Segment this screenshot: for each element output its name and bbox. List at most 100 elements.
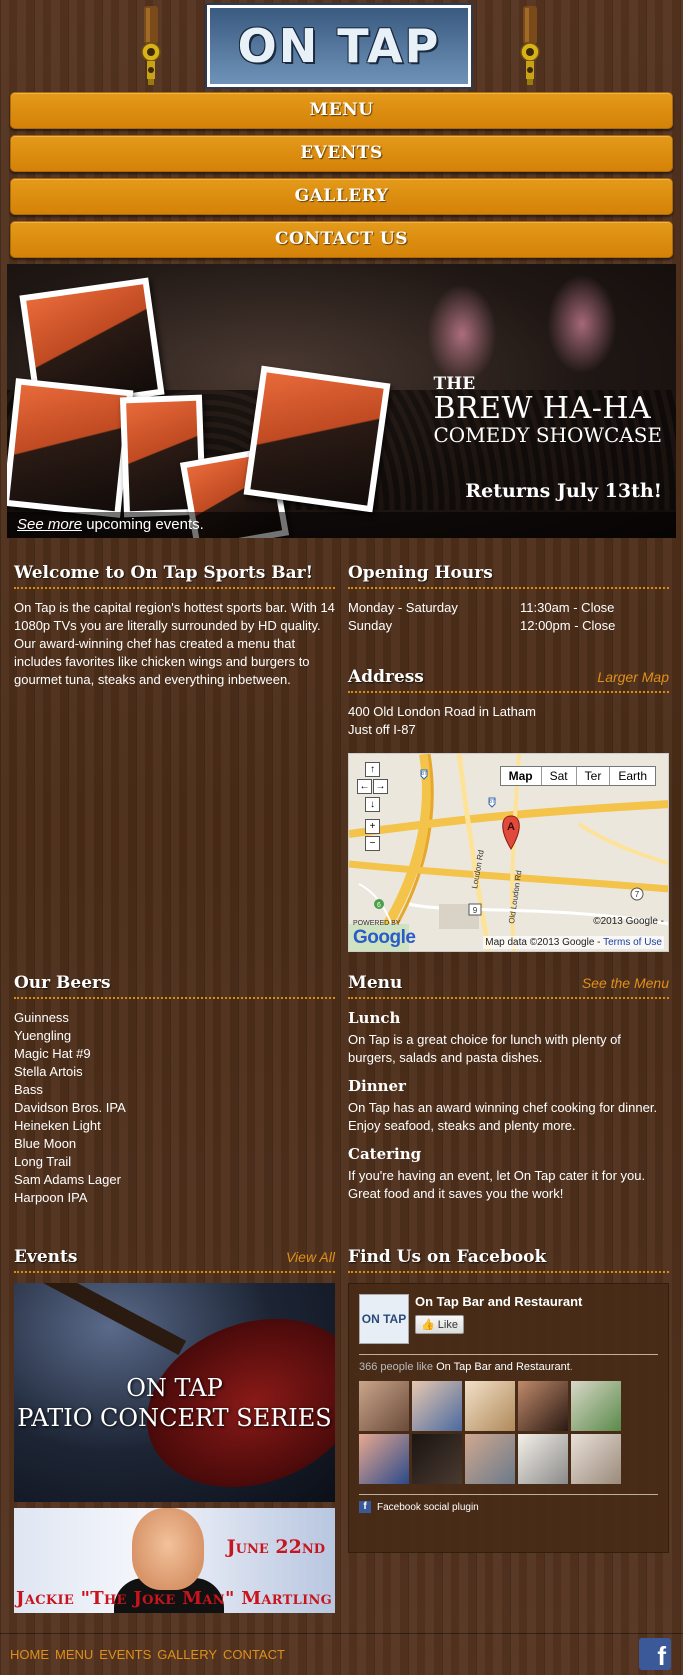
main-nav: MENU EVENTS GALLERY CONTACT US	[0, 90, 683, 258]
hours-day: Monday - Saturday	[348, 600, 458, 615]
google-logo[interactable]: POWERED BY Google	[353, 920, 416, 949]
hero-caption: See more upcoming events.	[7, 512, 676, 538]
caption-text: upcoming events.	[82, 516, 204, 533]
fan-avatar[interactable]	[412, 1434, 462, 1484]
fan-avatar[interactable]	[571, 1434, 621, 1484]
address-line2: Just off I-87	[348, 722, 416, 737]
larger-map-link[interactable]: Larger Map	[597, 669, 669, 685]
nav-contact-button[interactable]: CONTACT US	[10, 221, 673, 258]
beer-item: Heineken Light	[14, 1118, 101, 1133]
welcome-title: Welcome to On Tap Sports Bar!	[14, 563, 314, 583]
menu-lunch-text: On Tap is a great choice for lunch with …	[348, 1032, 621, 1065]
fb-page-name[interactable]: On Tap Bar and Restaurant	[415, 1294, 582, 1309]
joke-man-event[interactable]: June 22nd Jackie "The Joke Man" Martling	[14, 1508, 335, 1613]
beer-item: Davidson Bros. IPA	[14, 1100, 126, 1115]
pan-up-icon[interactable]: ↑	[365, 762, 380, 777]
route-6-label: 6	[377, 902, 381, 909]
logo-text: ON TAP	[237, 19, 441, 73]
comedy-photo	[7, 378, 134, 518]
beer-item: Yuengling	[14, 1028, 72, 1043]
logo[interactable]: ON TAP	[207, 5, 471, 87]
fan-avatar[interactable]	[359, 1381, 409, 1431]
facebook-icon: f	[359, 1501, 371, 1513]
beer-tap-icon	[141, 6, 161, 85]
beers-section: Our Beers Guinness Yuengling Magic Hat #…	[14, 973, 335, 1207]
beer-item: Magic Hat #9	[14, 1046, 91, 1061]
beer-tap-icon	[520, 6, 540, 85]
footer-events-link[interactable]: EVENTS	[99, 1647, 151, 1662]
hero-brew-title: BREW HA-HA	[433, 391, 652, 426]
map-type-ter[interactable]: Ter	[575, 767, 610, 785]
powered-by: POWERED BY	[353, 920, 401, 927]
thumbs-up-icon: 👍	[421, 1319, 435, 1331]
fan-avatar[interactable]	[518, 1434, 568, 1484]
address-header: Address Larger Map	[348, 667, 669, 693]
address-title: Address	[348, 667, 424, 687]
fb-count-end: .	[569, 1361, 573, 1373]
map-copyright: ©2013 Google -	[593, 916, 664, 927]
zoom-in-icon[interactable]: +	[365, 819, 380, 834]
nav-gallery-button[interactable]: GALLERY	[10, 178, 673, 215]
menu-catering-heading: Catering	[348, 1145, 422, 1163]
comedian-face	[132, 1508, 204, 1590]
map-type-map[interactable]: Map	[501, 767, 541, 785]
map-data-text: Map data ©2013 Google -	[485, 937, 604, 948]
zoom-out-icon[interactable]: −	[365, 836, 380, 851]
nav-menu-button[interactable]: MENU	[10, 92, 673, 129]
beers-title: Our Beers	[14, 973, 111, 993]
welcome-header: Welcome to On Tap Sports Bar!	[14, 563, 335, 589]
map-type-sat[interactable]: Sat	[540, 767, 576, 785]
terms-of-use-link[interactable]: Terms of Use	[603, 937, 662, 948]
map-type-earth[interactable]: Earth	[609, 767, 655, 785]
pan-down-icon[interactable]: ↓	[365, 797, 380, 812]
address-line1: 400 Old London Road in Latham	[348, 704, 536, 719]
hero-subtitle: COMEDY SHOWCASE	[433, 423, 662, 447]
event2-name: Jackie "The Joke Man" Martling	[16, 1588, 333, 1609]
fb-count-page[interactable]: On Tap Bar and Restaurant	[436, 1361, 570, 1373]
facebook-section: Find Us on Facebook ON TAP On Tap Bar an…	[348, 1247, 669, 1553]
fb-page-logo[interactable]: ON TAP	[359, 1294, 409, 1344]
event1-line1: ON TAP	[126, 1374, 223, 1402]
menu-catering-text: If you're having an event, let On Tap ca…	[348, 1168, 646, 1201]
stage-light	[427, 284, 497, 384]
facebook-title: Find Us on Facebook	[348, 1247, 547, 1267]
google-map[interactable]: 87 87 7 6 9 Loudon Rd Old Loudon Rd A ↑ …	[348, 753, 669, 952]
facebook-icon[interactable]: f	[639, 1638, 671, 1671]
fb-like-label: Like	[437, 1319, 458, 1331]
beer-item: Blue Moon	[14, 1136, 77, 1151]
hero-banner[interactable]: THE BREW HA-HA COMEDY SHOWCASE Returns J…	[7, 264, 676, 538]
site-header: ON TAP	[0, 0, 683, 90]
fb-like-count: 366 people like On Tap Bar and Restauran…	[359, 1354, 658, 1373]
beer-item: Sam Adams Lager	[14, 1172, 121, 1187]
pan-right-icon[interactable]: →	[373, 779, 388, 794]
nav-events-button[interactable]: EVENTS	[10, 135, 673, 172]
hero-title: THE BREW HA-HA COMEDY SHOWCASE	[433, 374, 662, 446]
address-section: Address Larger Map 400 Old London Road i…	[348, 667, 669, 952]
footer-menu-link[interactable]: MENU	[55, 1647, 93, 1662]
footer-contact-link[interactable]: CONTACT	[223, 1647, 285, 1662]
footer-gallery-link[interactable]: GALLERY	[157, 1647, 217, 1662]
fan-avatar[interactable]	[465, 1434, 515, 1484]
footer-home-link[interactable]: HOME	[10, 1647, 49, 1662]
facebook-header: Find Us on Facebook	[348, 1247, 669, 1273]
fb-like-button[interactable]: 👍 Like	[415, 1315, 464, 1334]
fan-avatar[interactable]	[465, 1381, 515, 1431]
fan-avatar[interactable]	[359, 1434, 409, 1484]
fan-avatar[interactable]	[412, 1381, 462, 1431]
hours-time: 12:00pm - Close	[520, 618, 616, 633]
events-header: Events View All	[14, 1247, 335, 1273]
fb-social-plugin[interactable]: f Facebook social plugin	[359, 1494, 658, 1513]
see-menu-link[interactable]: See the Menu	[582, 975, 669, 991]
pan-left-icon[interactable]: ←	[357, 779, 372, 794]
hero-returns: Returns July 13th!	[465, 480, 662, 502]
fan-avatar[interactable]	[571, 1381, 621, 1431]
fan-avatar[interactable]	[518, 1381, 568, 1431]
patio-concert-event[interactable]: ON TAP PATIO CONCERT SERIES	[14, 1283, 335, 1502]
view-all-link[interactable]: View All	[286, 1249, 335, 1265]
see-more-link[interactable]: See more	[17, 516, 82, 533]
fb-page-info: ON TAP On Tap Bar and Restaurant 👍 Like	[359, 1294, 658, 1344]
menu-section: Menu See the Menu Lunch On Tap is a grea…	[348, 973, 669, 1213]
menu-header: Menu See the Menu	[348, 973, 669, 999]
google-wordmark: Google	[353, 927, 416, 948]
event2-date: June 22nd	[226, 1536, 325, 1558]
